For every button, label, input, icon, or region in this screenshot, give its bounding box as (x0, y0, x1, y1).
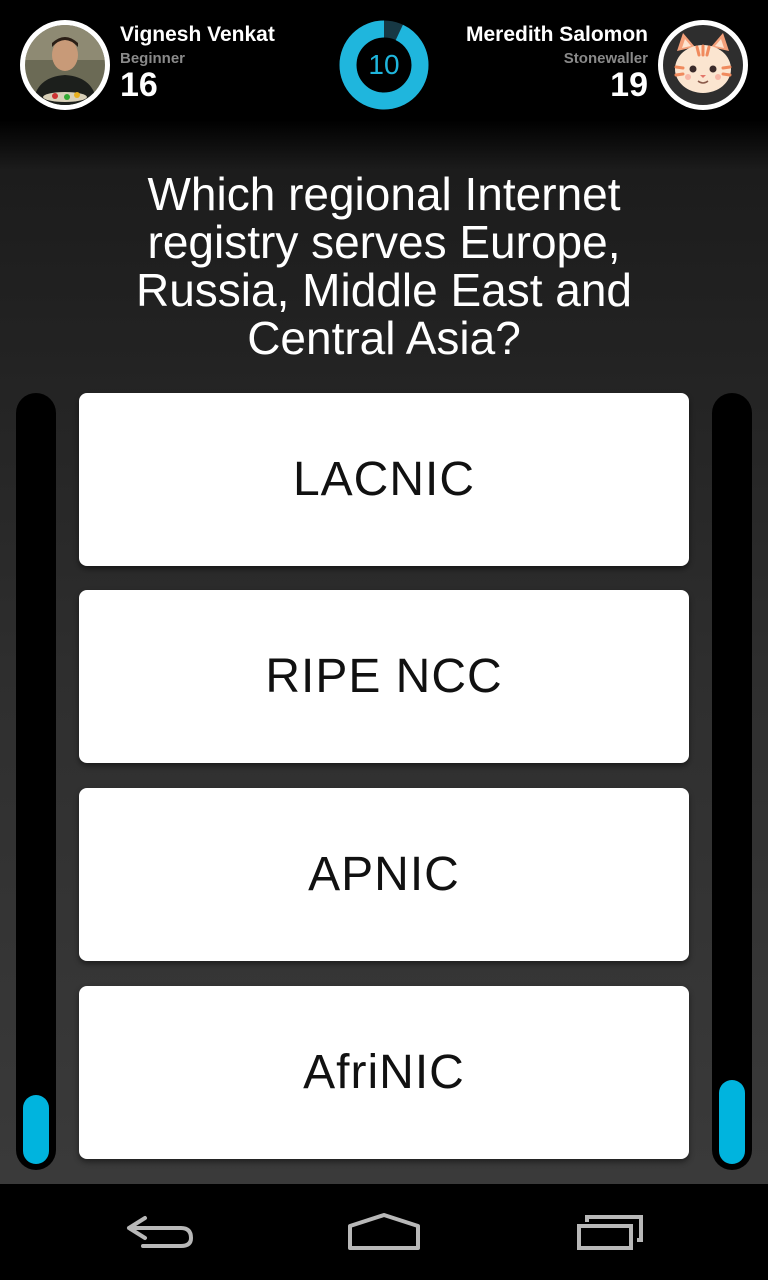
player2-avatar (658, 20, 748, 110)
cat-avatar-icon (663, 25, 743, 105)
home-icon (348, 1213, 420, 1250)
player1-avatar (20, 20, 110, 110)
game-header: Vignesh Venkat Beginner 16 10 Meredith S… (0, 0, 768, 130)
question-text: Which regional Internet registry serves … (135, 168, 633, 364)
answer-button-4[interactable]: AfriNIC (79, 986, 689, 1159)
recent-apps-button[interactable] (550, 1198, 670, 1266)
player2-score: 19 (610, 66, 648, 104)
player1-photo (25, 25, 105, 105)
player1-score: 16 (120, 66, 158, 104)
player1-name: Vignesh Venkat (120, 23, 275, 46)
player1-progress-bar (16, 393, 56, 1170)
player2-name: Meredith Salomon (465, 23, 648, 46)
answer-button-1[interactable]: LACNIC (79, 393, 689, 566)
system-navigation-bar (0, 1184, 768, 1280)
player1-rank: Beginner (120, 50, 186, 67)
player2-progress-bar (712, 393, 752, 1170)
player2-rank: Stonewaller (563, 50, 648, 67)
answer-button-2[interactable]: RIPE NCC (79, 590, 689, 763)
player2-progress-fill (719, 1080, 745, 1164)
back-button[interactable] (100, 1198, 220, 1266)
answer-button-3[interactable]: APNIC (79, 788, 689, 961)
back-icon (127, 1216, 193, 1248)
countdown-timer: 10 (339, 20, 429, 110)
player1-progress-fill (23, 1095, 49, 1164)
home-button[interactable] (324, 1198, 444, 1266)
recent-apps-icon (577, 1215, 643, 1250)
timer-seconds: 10 (368, 49, 400, 80)
